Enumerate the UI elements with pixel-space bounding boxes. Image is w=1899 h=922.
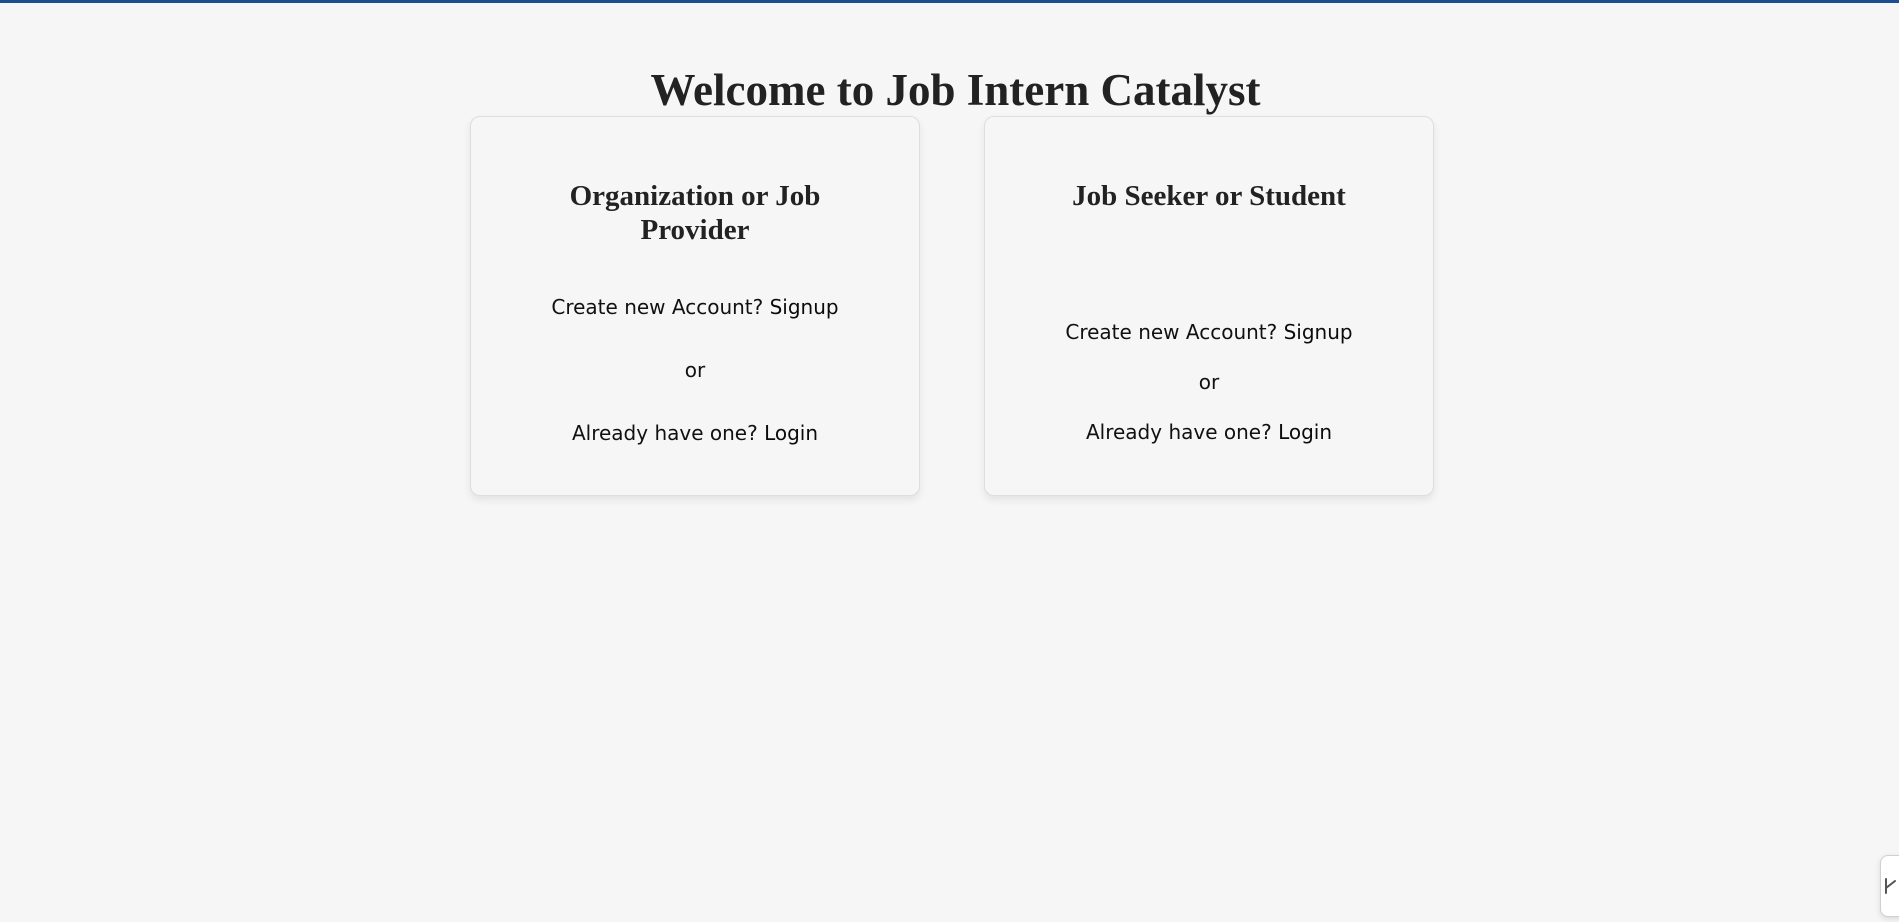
edge-widget-icon <box>1885 878 1896 894</box>
organization-login-link[interactable]: Login <box>764 421 818 445</box>
job-seeker-login-line: Already have one? Login <box>985 419 1433 445</box>
organization-card-heading: Organization or Job Provider <box>569 180 821 246</box>
job-seeker-login-link[interactable]: Login <box>1278 420 1332 444</box>
top-accent-bar <box>0 0 1899 3</box>
organization-or-separator: or <box>684 358 706 382</box>
job-seeker-card: Job Seeker or Student Create new Account… <box>984 116 1434 496</box>
organization-signup-line: Create new Account? Signup <box>471 294 919 320</box>
organization-signup-link[interactable]: Signup <box>770 295 839 319</box>
organization-login-line: Already have one? Login <box>471 420 919 446</box>
edge-widget-button[interactable] <box>1880 855 1899 917</box>
page-title: Welcome to Job Intern Catalyst <box>650 65 1261 115</box>
organization-card: Organization or Job Provider Create new … <box>470 116 920 496</box>
organization-login-prompt: Already have one? <box>571 421 758 445</box>
job-seeker-signup-line: Create new Account? Signup <box>985 319 1433 345</box>
organization-signup-prompt: Create new Account? <box>551 295 764 319</box>
job-seeker-login-prompt: Already have one? <box>1085 420 1272 444</box>
job-seeker-signup-link[interactable]: Signup <box>1284 320 1353 344</box>
job-seeker-or-separator: or <box>1198 370 1220 394</box>
job-seeker-signup-prompt: Create new Account? <box>1065 320 1278 344</box>
job-seeker-card-heading: Job Seeker or Student <box>1072 180 1346 212</box>
